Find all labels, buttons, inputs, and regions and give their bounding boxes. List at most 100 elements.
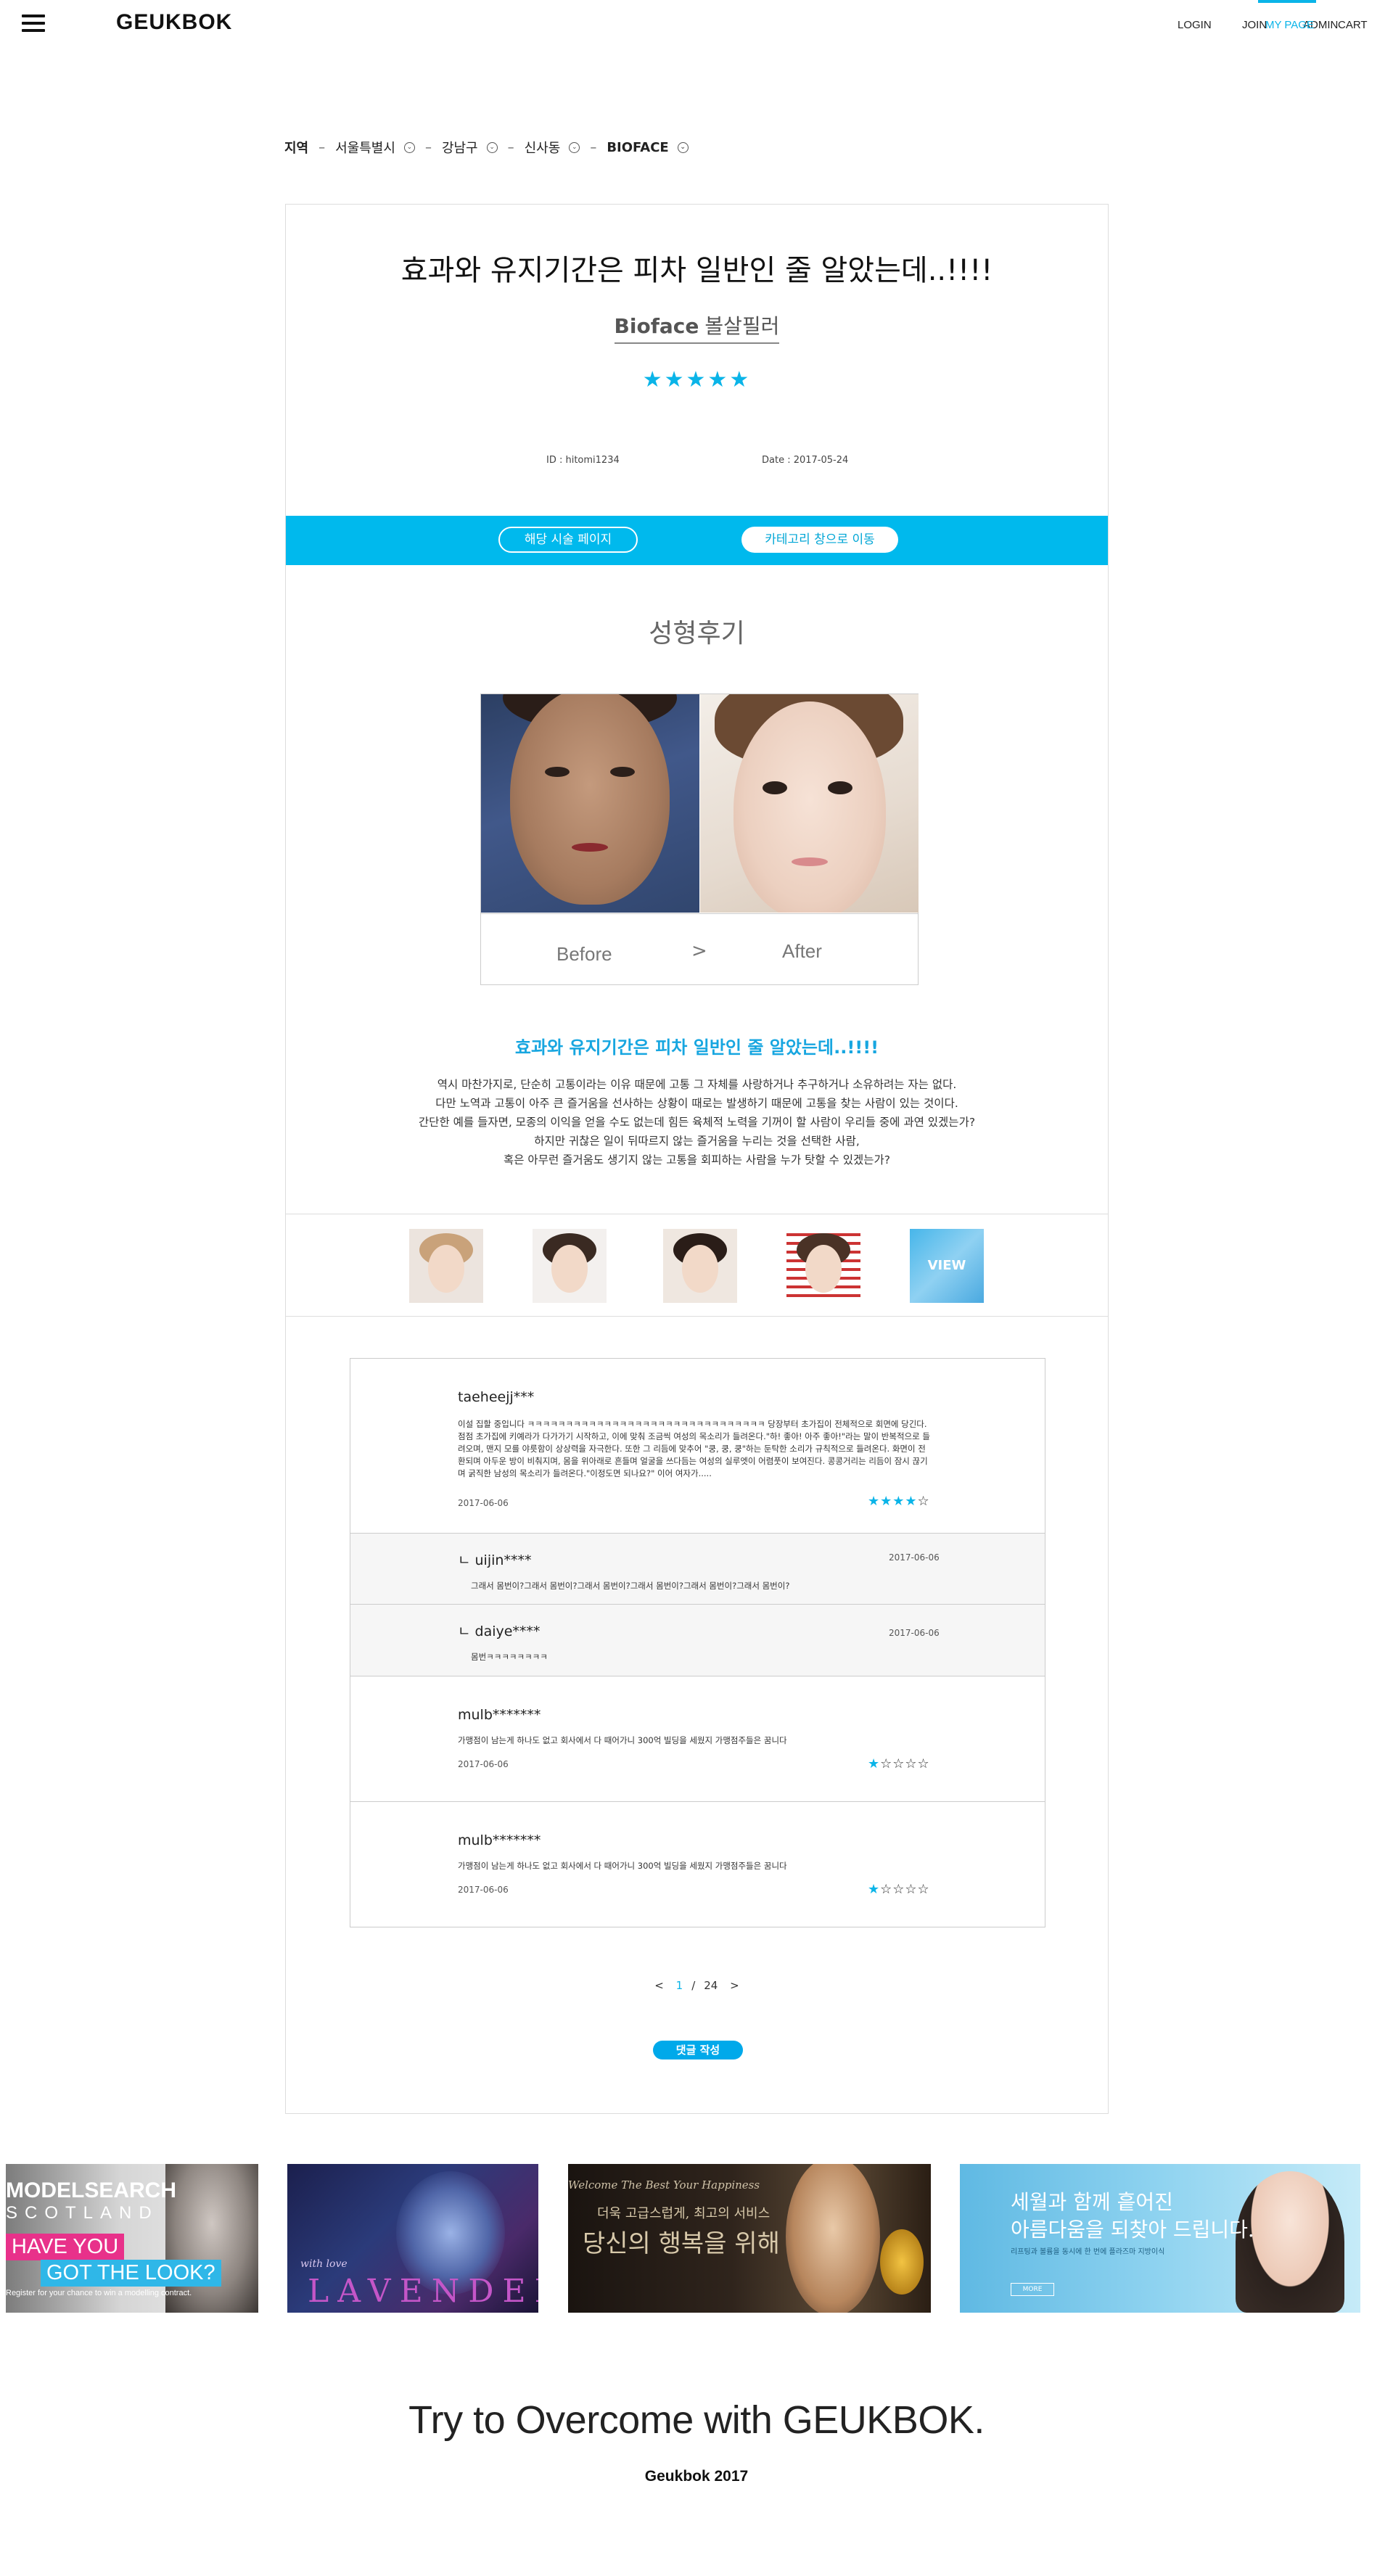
nav-login[interactable]: LOGIN (1178, 19, 1212, 31)
view-more-thumbnail[interactable]: VIEW (910, 1229, 984, 1303)
arrow-right-icon: > (691, 940, 707, 962)
review-body-line: 역시 마찬가지로, 단순히 고통이라는 이유 때문에 고통 그 자체를 사랑하거… (437, 1078, 957, 1091)
banner-more-button[interactable]: MORE (1011, 2283, 1054, 2296)
banner-happiness[interactable]: Welcome The Best Your Happiness 더욱 고급스럽게… (568, 2164, 931, 2313)
procedure-brand: Bioface (614, 314, 699, 338)
comment-author: mulb******* (458, 1707, 541, 1723)
nav-cart[interactable]: CART (1338, 19, 1368, 31)
breadcrumb: 지역 – 서울특별시 ⌄ – 강남구 ⌄ – 신사동 ⌄ – BIOFACE ⌄ (284, 137, 689, 157)
thumbnail[interactable] (663, 1229, 737, 1303)
nav-mypage[interactable]: MY PAGE (1265, 19, 1314, 31)
banner-small-text: Register for your chance to win a modell… (6, 2289, 192, 2297)
banner-subline: 더욱 고급스럽게, 최고의 서비스 (597, 2206, 771, 2221)
current-page: 1 (675, 1979, 683, 1992)
comment-date: 2017-06-06 (458, 1885, 509, 1895)
review-body-line: 다만 노역과 고통이 아주 큰 즐거움을 선사하는 상황이 때로는 발생하기 때… (435, 1097, 958, 1110)
star-empty-icon: ☆☆☆☆ (880, 1756, 930, 1771)
comment-rating-stars: ★★★★☆ (868, 1494, 930, 1509)
pagination: < 1 / 24 > (286, 1979, 1108, 1992)
before-label: Before (556, 943, 612, 965)
reply-item: ㄴ daiye**** 몸번ㅋㅋㅋㅋㅋㅋㅋㅋ 2017-06-06 (350, 1605, 1045, 1676)
comment-item: mulb******* 가맹점이 남는게 하나도 없고 회사에서 다 때어가니 … (350, 1802, 1045, 1927)
reply-item: ㄴ uijin**** 그래서 몸번이?그래서 몸번이?그래서 몸번이?그래서 … (350, 1534, 1045, 1605)
review-highlight-title: 효과와 유지기간은 피차 일반인 줄 알았는데..!!!! (514, 1037, 879, 1058)
banner-headline: 세월과 함께 흩어진 아름다움을 되찾아 드립니다. (1011, 2189, 1254, 2244)
reply-date: 2017-06-06 (889, 1552, 940, 1563)
page-divider: / (691, 1979, 696, 1992)
breadcrumb-label: 신사동 (524, 141, 561, 156)
star-filled-icon: ★ (868, 1882, 881, 1897)
comment-author: taeheejj*** (458, 1389, 535, 1405)
nav-join[interactable]: JOIN (1242, 19, 1267, 31)
before-after-labels: Before > After (481, 913, 918, 984)
comment-date: 2017-06-06 (458, 1759, 509, 1769)
star-empty-icon: ☆ (917, 1494, 930, 1509)
reply-text: 몸번ㅋㅋㅋㅋㅋㅋㅋㅋ (471, 1652, 548, 1662)
comment-text: 이설 집할 중입니다 ㅋㅋㅋㅋㅋㅋㅋㅋㅋㅋㅋㅋㅋㅋㅋㅋㅋㅋㅋㅋㅋㅋㅋㅋㅋㅋㅋㅋㅋ… (458, 1419, 930, 1478)
comment-author: mulb******* (458, 1832, 541, 1848)
breadcrumb-separator: – (319, 139, 326, 155)
star-empty-icon: ☆☆☆☆ (880, 1882, 930, 1897)
banner-script: Welcome The Best Your Happiness (568, 2178, 760, 2192)
view-label: VIEW (927, 1258, 966, 1273)
breadcrumb-label: 강남구 (441, 141, 478, 156)
author-id: ID : hitomi1234 (546, 455, 620, 466)
breadcrumb-separator: – (590, 139, 597, 155)
dropdown-circle-icon[interactable]: ⌄ (403, 141, 415, 153)
breadcrumb-label: 서울특별시 (335, 141, 395, 156)
post-date: Date : 2017-05-24 (762, 455, 849, 466)
menu-icon[interactable] (22, 15, 45, 32)
before-photo (481, 694, 699, 913)
banner-subline: SCOTLAND (6, 2203, 159, 2223)
comment-rating-stars: ★☆☆☆☆ (868, 1756, 930, 1771)
comment-item: mulb******* 가맹점이 남는게 하나도 없고 회사에서 다 때어가니 … (350, 1676, 1045, 1802)
review-body: 역시 마찬가지로, 단순히 고통이라는 이유 때문에 고통 그 자체를 사랑하거… (286, 1075, 1108, 1169)
procedure-page-button[interactable]: 해당 시술 페이지 (498, 527, 638, 553)
banner-tag: HAVE YOU (6, 2234, 125, 2260)
comment-rating-stars: ★☆☆☆☆ (868, 1882, 930, 1897)
breadcrumb-label: BIOFACE (607, 139, 669, 155)
prev-page-button[interactable]: < (654, 1979, 664, 1992)
star-filled-icon: ★★★★ (868, 1494, 918, 1509)
review-body-line: 혹은 아무런 즐거움도 생기지 않는 고통을 회피하는 사람을 누가 탓할 수 … (503, 1153, 890, 1166)
breadcrumb-separator: – (424, 139, 432, 155)
dropdown-circle-icon[interactable]: ⌄ (569, 141, 580, 153)
action-bar: 해당 시술 페이지 카테고리 창으로 이동 (286, 516, 1108, 565)
banner-headline-line: 세월과 함께 흩어진 (1011, 2190, 1173, 2214)
breadcrumb-item-city[interactable]: 서울특별시 ⌄ (335, 138, 415, 157)
review-card: 효과와 유지기간은 피차 일반인 줄 알았는데..!!!! Bioface 볼살필… (285, 204, 1109, 2114)
after-label: After (782, 940, 822, 962)
banner-model-search[interactable]: MODELSEARCH SCOTLAND HAVE YOU GOT THE LO… (6, 2164, 258, 2313)
post-rating-stars: ★★★★★ (642, 367, 752, 392)
banner-headline: MODELSEARCH (6, 2178, 177, 2202)
procedure-label: 볼살필러 (704, 314, 780, 338)
dropdown-circle-icon[interactable]: ⌄ (677, 141, 689, 153)
before-after-box: Before > After (480, 694, 919, 985)
banner-gold-mask (880, 2229, 924, 2295)
site-logo[interactable]: GEUKBOK (116, 10, 232, 35)
banner-lavender[interactable]: with love LAVENDER (287, 2164, 538, 2313)
breadcrumb-item-neighborhood[interactable]: 신사동 ⌄ (525, 138, 580, 157)
thumbnail[interactable] (786, 1229, 860, 1303)
total-pages: 24 (704, 1979, 718, 1992)
next-page-button[interactable]: > (730, 1979, 739, 1992)
breadcrumb-item-district[interactable]: 강남구 ⌄ (442, 138, 498, 157)
banner-fat-graft[interactable]: 세월과 함께 흩어진 아름다움을 되찾아 드립니다. 리프팅과 볼륨을 동시에 한… (960, 2164, 1360, 2313)
banner-headline: 당신의 행복을 위해 (583, 2229, 780, 2258)
comment-item: taeheejj*** 이설 집할 중입니다 ㅋㅋㅋㅋㅋㅋㅋㅋㅋㅋㅋㅋㅋㅋㅋㅋㅋ… (350, 1359, 1045, 1534)
after-photo (700, 694, 919, 913)
review-body-line: 하지만 귀찮은 일이 뒤따르지 않는 즐거움을 누리는 것을 선택한 사람, (534, 1135, 860, 1148)
dropdown-circle-icon[interactable]: ⌄ (486, 141, 498, 153)
category-window-button[interactable]: 카테고리 창으로 이동 (741, 527, 898, 553)
post-title: 효과와 유지기간은 피차 일반인 줄 알았는데..!!!! (400, 254, 993, 287)
footer-copyright: Geukbok 2017 (644, 2468, 749, 2485)
breadcrumb-separator: – (507, 139, 514, 155)
thumbnail[interactable] (533, 1229, 607, 1303)
breadcrumb-item-clinic[interactable]: BIOFACE ⌄ (607, 139, 689, 155)
thumbnail[interactable] (409, 1229, 483, 1303)
ad-banners: MODELSEARCH SCOTLAND HAVE YOU GOT THE LO… (0, 2164, 1393, 2313)
nav-active-indicator (1258, 0, 1316, 3)
star-filled-icon: ★ (868, 1756, 881, 1771)
write-comment-button[interactable]: 댓글 작성 (653, 2041, 743, 2059)
banner-headline: LAVENDER (308, 2273, 538, 2310)
